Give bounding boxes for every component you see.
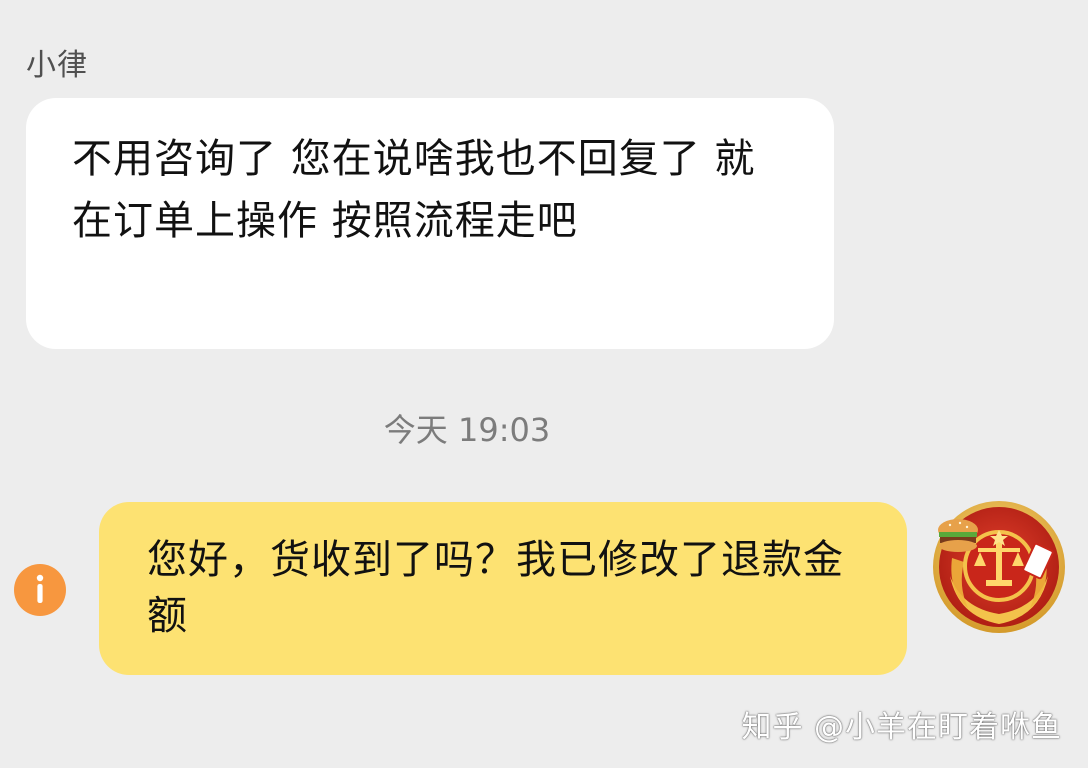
avatar[interactable]	[928, 496, 1070, 638]
info-glyph-icon	[36, 574, 44, 603]
court-emblem-avatar-icon	[933, 501, 1065, 633]
message-timestamp: 今天 19:03	[383, 411, 551, 449]
watermark: 知乎 @小羊在盯着咻鱼	[741, 710, 1062, 745]
sender-name: 小律	[26, 48, 88, 83]
incoming-message-text: 不用咨询了 您在说啥我也不回复了 就在订单上操作 按照流程走吧	[72, 136, 756, 244]
info-icon[interactable]	[14, 564, 66, 616]
incoming-message-bubble[interactable]: 不用咨询了 您在说啥我也不回复了 就在订单上操作 按照流程走吧	[26, 98, 834, 349]
outgoing-message-text: 您好，货收到了吗？我已修改了退款金额	[147, 537, 844, 639]
outgoing-message-bubble[interactable]: 您好，货收到了吗？我已修改了退款金额	[99, 502, 907, 675]
